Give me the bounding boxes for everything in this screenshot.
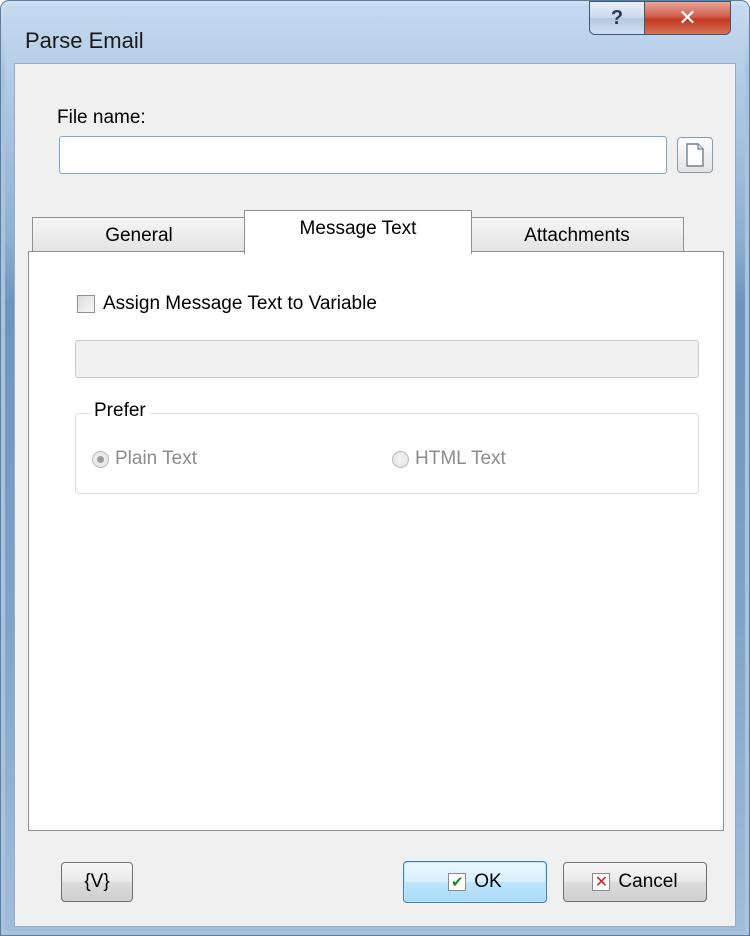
check-icon: ✔ <box>448 873 467 891</box>
dialog-client-area: File name: General Message Text Attachme… <box>14 63 736 927</box>
variables-button[interactable]: {V} <box>61 862 133 902</box>
help-icon: ? <box>610 6 624 29</box>
document-icon <box>686 143 704 167</box>
html-text-radio <box>392 450 409 468</box>
close-button[interactable]: ✕ <box>645 1 731 35</box>
tab-strip: General Message Text Attachments <box>32 210 722 254</box>
caption-buttons: ? ✕ <box>589 1 731 37</box>
prefer-group-label: Prefer <box>90 400 150 422</box>
radio-selected-dot <box>97 455 104 463</box>
cancel-button-label: Cancel <box>618 871 678 892</box>
assign-message-text-option[interactable]: Assign Message Text to Variable <box>77 293 377 315</box>
window-title: Parse Email <box>25 28 144 53</box>
plain-text-radio <box>92 450 109 468</box>
title-bar[interactable]: Parse Email ? ✕ <box>1 1 749 63</box>
prefer-group: Prefer Plain Text HTML Text <box>75 400 699 494</box>
plain-text-option: Plain Text <box>92 448 197 470</box>
ok-button[interactable]: ✔ OK <box>403 861 547 903</box>
tab-general[interactable]: General <box>32 217 246 253</box>
html-text-label: HTML Text <box>415 448 506 469</box>
assign-message-text-checkbox[interactable] <box>77 295 95 313</box>
plain-text-label: Plain Text <box>115 448 198 469</box>
ok-button-label: OK <box>474 871 502 892</box>
variables-button-label: {V} <box>84 871 110 892</box>
parse-email-dialog: Parse Email ? ✕ File name: General Messa… <box>0 0 750 936</box>
assign-message-text-label: Assign Message Text to Variable <box>103 293 377 314</box>
close-icon: ✕ <box>678 5 697 30</box>
file-name-input[interactable] <box>59 136 667 174</box>
browse-file-button[interactable] <box>677 137 713 173</box>
html-text-option: HTML Text <box>392 448 506 470</box>
help-button[interactable]: ? <box>589 1 645 35</box>
tab-message-text[interactable]: Message Text <box>244 210 472 254</box>
cancel-button[interactable]: ✕ Cancel <box>563 862 707 902</box>
tab-attachments[interactable]: Attachments <box>470 217 684 253</box>
message-text-panel: Assign Message Text to Variable Prefer P… <box>28 251 724 831</box>
x-icon: ✕ <box>592 873 611 891</box>
file-name-label: File name: <box>57 107 146 128</box>
variable-name-field <box>75 340 699 378</box>
